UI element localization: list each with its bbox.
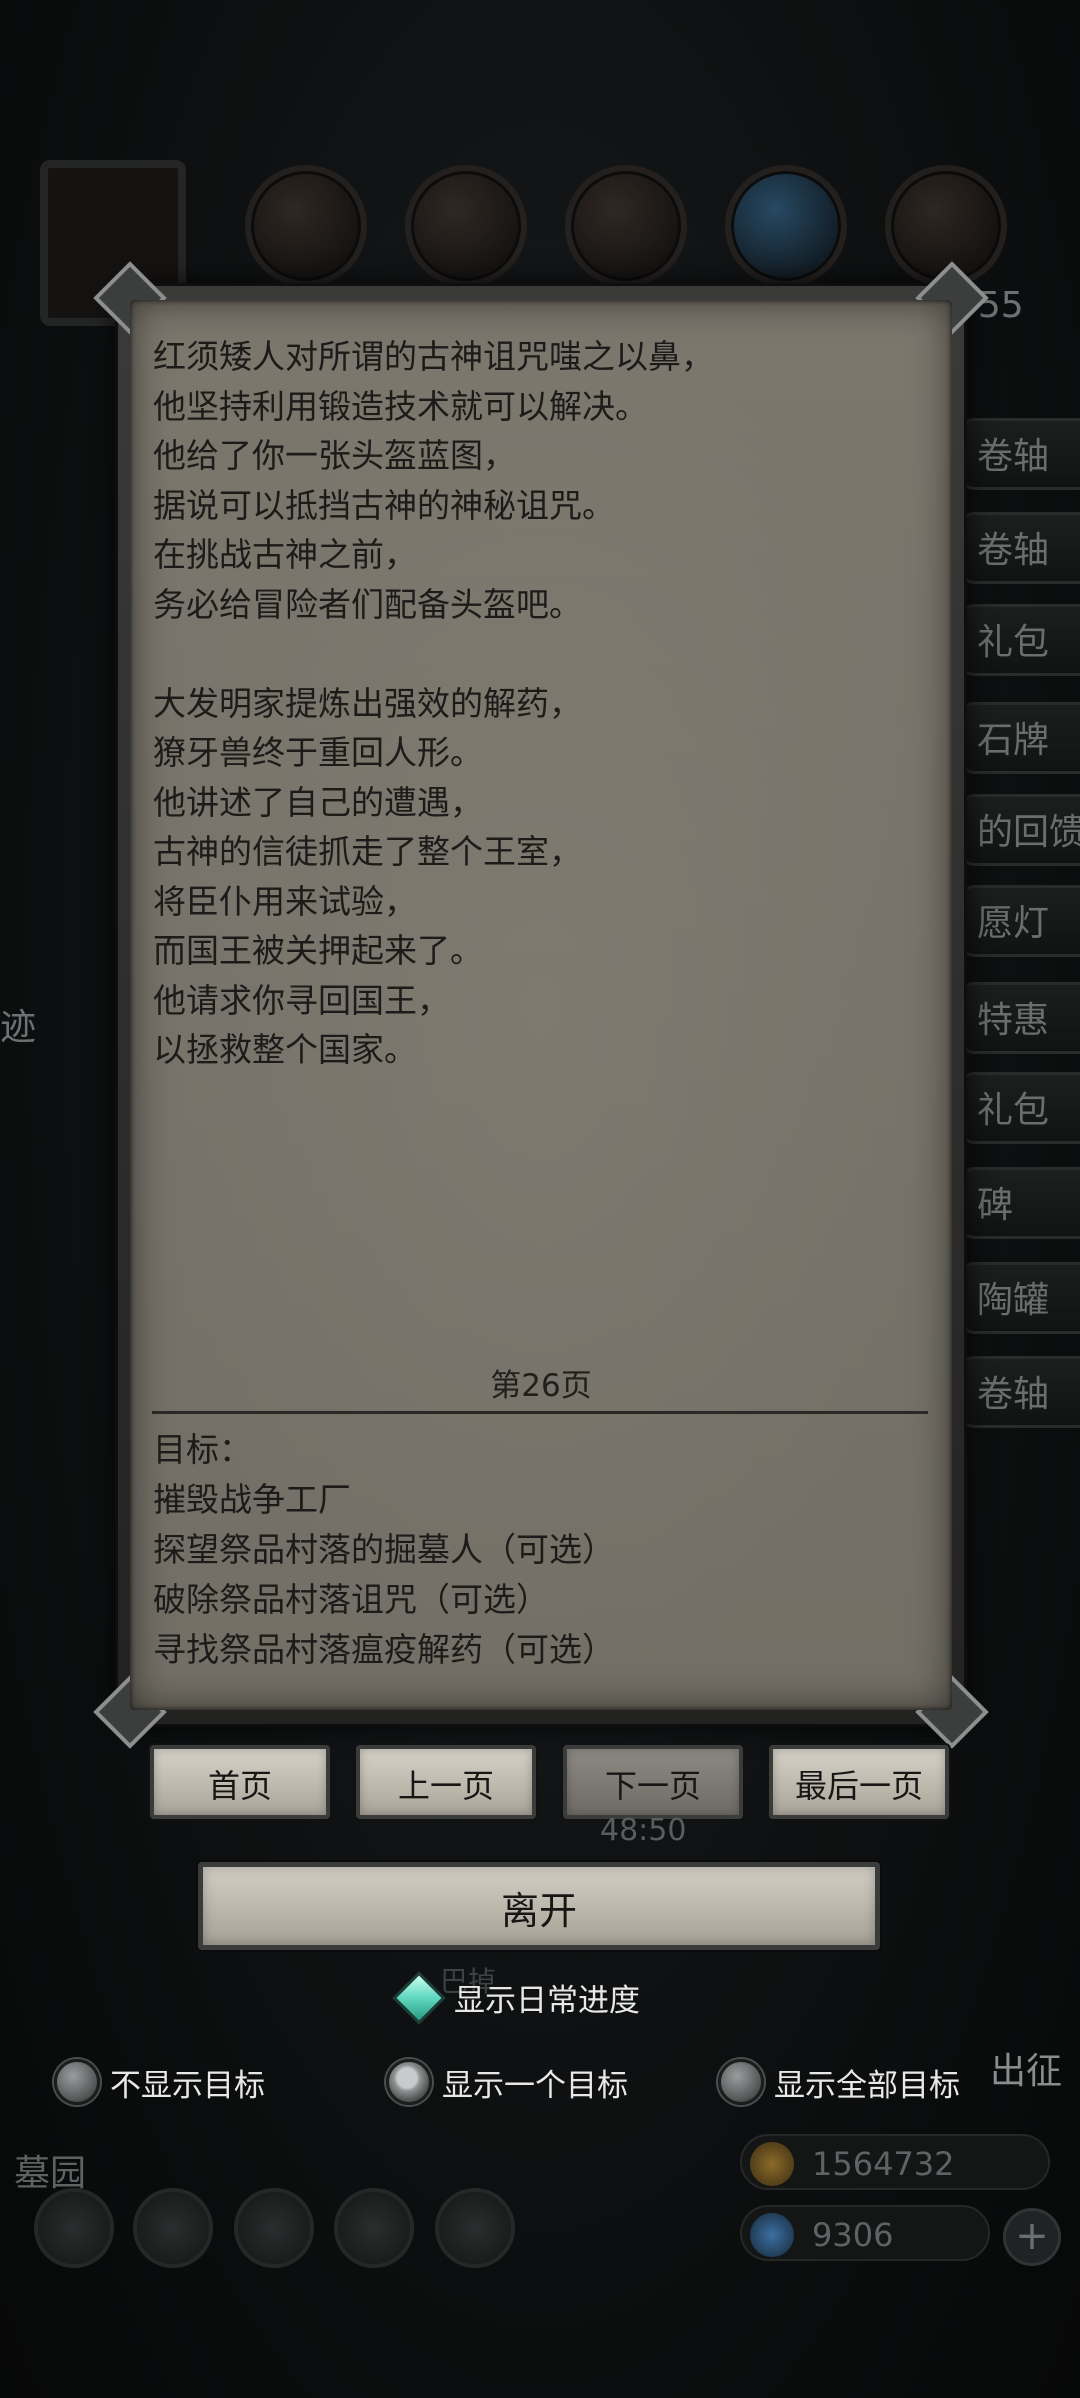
show-all-goals-label: 显示全部目标 — [774, 2067, 960, 2104]
bottom-menu-button-5[interactable] — [435, 2188, 515, 2268]
gem-value: 9306 — [812, 2216, 894, 2254]
story-line: 他讲述了自己的遭遇， — [153, 782, 483, 822]
left-edge-text: 迹 — [0, 1007, 37, 1048]
resource-slot-4[interactable] — [725, 165, 847, 287]
bottom-menu-button-3[interactable] — [234, 2188, 314, 2268]
story-line: 在挑战古神之前， — [153, 535, 417, 574]
gold-counter: 1564732 — [740, 2134, 1050, 2190]
gold-coin-icon — [750, 2142, 794, 2186]
countdown-timer: 48:50 — [600, 1813, 687, 1848]
resource-slot-1[interactable] — [245, 165, 367, 287]
story-line: 以拯救整个国家。 — [153, 1030, 417, 1069]
bottom-menu-button-4[interactable] — [334, 2188, 414, 2268]
hide-goals-label: 不显示目标 — [110, 2067, 265, 2104]
side-tab-9[interactable]: 碑 — [960, 1167, 1080, 1239]
story-line: 他请求你寻回国王， — [153, 980, 450, 1020]
side-tab-6[interactable]: 愿灯 — [960, 885, 1080, 957]
goal-item: 摧毁战争工厂 — [153, 1480, 351, 1519]
side-tab-10[interactable]: 陶罐 — [960, 1262, 1080, 1334]
story-line — [153, 629, 933, 679]
first-page-button[interactable]: 首页 — [150, 1745, 330, 1819]
story-text: 红须矮人对所谓的古神诅咒嗤之以鼻， 他坚持利用锻造技术就可以解决。 他给了你一张… — [153, 332, 933, 1075]
game-screen: 955 卷轴 卷轴 礼包 石牌 的回馈 愿灯 特惠 礼包 碑 陶罐 卷轴 迹 巴… — [0, 0, 1080, 2398]
hide-goals-radio[interactable]: 不显示目标 — [54, 2059, 265, 2105]
gold-value: 1564732 — [812, 2145, 955, 2183]
goals-title: 目标： — [153, 1430, 252, 1469]
diamond-check-icon — [392, 1970, 446, 2025]
side-tab-2[interactable]: 卷轴 — [960, 512, 1080, 584]
prev-page-button[interactable]: 上一页 — [356, 1745, 536, 1819]
leave-button[interactable]: 离开 — [198, 1862, 880, 1950]
show-all-goals-radio[interactable]: 显示全部目标 — [718, 2059, 960, 2105]
radio-icon — [718, 2059, 764, 2105]
goal-item: 探望祭品村落的掘墓人（可选） — [153, 1530, 615, 1569]
radio-selected-icon — [386, 2059, 432, 2105]
next-page-button[interactable]: 下一页 — [563, 1745, 743, 1819]
story-line: 他给了你一张头盔蓝图， — [153, 436, 516, 475]
show-daily-progress-toggle[interactable]: 显示日常进度 — [392, 1970, 640, 2025]
section-divider — [152, 1411, 928, 1414]
side-tab-8[interactable]: 礼包 — [960, 1072, 1080, 1144]
goals-section: 目标： 摧毁战争工厂 探望祭品村落的掘墓人（可选） 破除祭品村落诅咒（可选） 寻… — [153, 1425, 933, 1675]
expedition-label[interactable]: 出征 — [990, 2042, 1062, 2094]
page-number: 第26页 — [490, 1368, 592, 1404]
gem-icon — [750, 2213, 794, 2257]
story-line: 务必给冒险者们配备头盔吧。 — [153, 584, 582, 624]
last-page-button[interactable]: 最后一页 — [769, 1745, 949, 1819]
story-line: 将臣仆用来试验， — [153, 881, 417, 921]
show-daily-progress-label: 显示日常进度 — [454, 1983, 640, 2019]
story-line: 红须矮人对所谓的古神诅咒嗤之以鼻， — [153, 337, 714, 376]
radio-icon — [54, 2059, 100, 2105]
story-line: 据说可以抵挡古神的神秘诅咒。 — [153, 485, 615, 525]
bottom-menu-button-2[interactable] — [133, 2188, 213, 2268]
side-tab-7[interactable]: 特惠 — [960, 982, 1080, 1054]
story-line: 他坚持利用锻造技术就可以解决。 — [153, 386, 648, 426]
show-one-goal-radio[interactable]: 显示一个目标 — [386, 2059, 628, 2105]
side-tab-3[interactable]: 礼包 — [960, 604, 1080, 676]
side-tab-4[interactable]: 石牌 — [960, 702, 1080, 774]
resource-slot-2[interactable] — [405, 165, 527, 287]
resource-slot-3[interactable] — [565, 165, 687, 287]
show-one-goal-label: 显示一个目标 — [442, 2067, 628, 2104]
story-line: 而国王被关押起来了。 — [153, 931, 483, 970]
story-line: 古神的信徒抓走了整个王室， — [153, 832, 582, 871]
side-tab-5[interactable]: 的回馈 — [960, 794, 1080, 866]
story-line: 大发明家提炼出强效的解药， — [153, 683, 582, 723]
side-tab-11[interactable]: 卷轴 — [960, 1356, 1080, 1428]
plus-icon: + — [1015, 2213, 1049, 2259]
goal-item: 寻找祭品村落瘟疫解药（可选） — [153, 1630, 615, 1669]
goal-item: 破除祭品村落诅咒（可选） — [153, 1580, 549, 1619]
gem-counter: 9306 — [740, 2205, 990, 2261]
add-gems-button[interactable]: + — [1003, 2208, 1061, 2266]
side-tab-1[interactable]: 卷轴 — [960, 418, 1080, 490]
bottom-menu-button-1[interactable] — [34, 2188, 114, 2268]
story-line: 獠牙兽终于重回人形。 — [153, 733, 483, 772]
